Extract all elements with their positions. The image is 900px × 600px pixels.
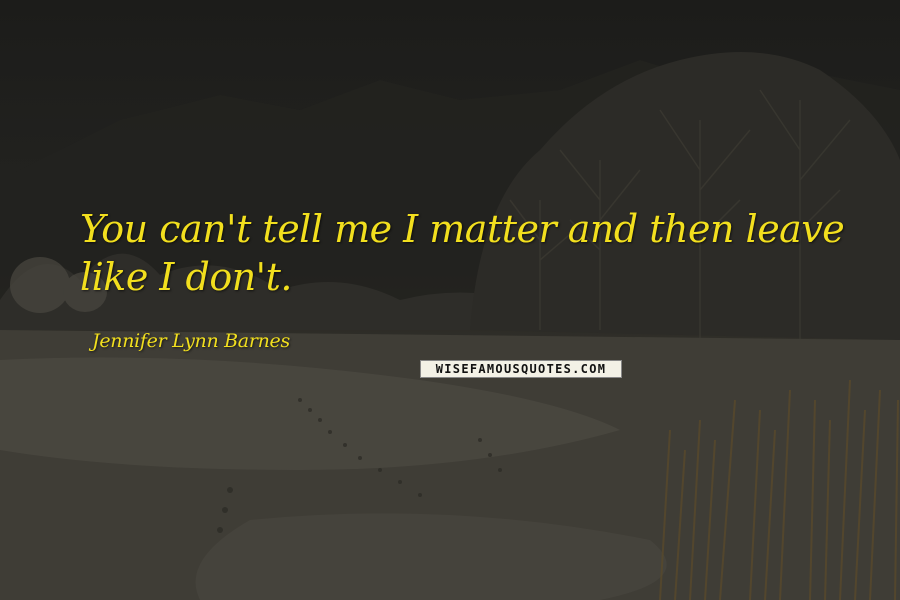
quote-text: You can't tell me I matter and then leav… [80, 207, 845, 299]
quote-image: You can't tell me I matter and then leav… [0, 0, 900, 600]
watermark-badge: WISEFAMOUSQUOTES.COM [420, 360, 622, 378]
quote-author: Jennifer Lynn Barnes [92, 330, 290, 352]
